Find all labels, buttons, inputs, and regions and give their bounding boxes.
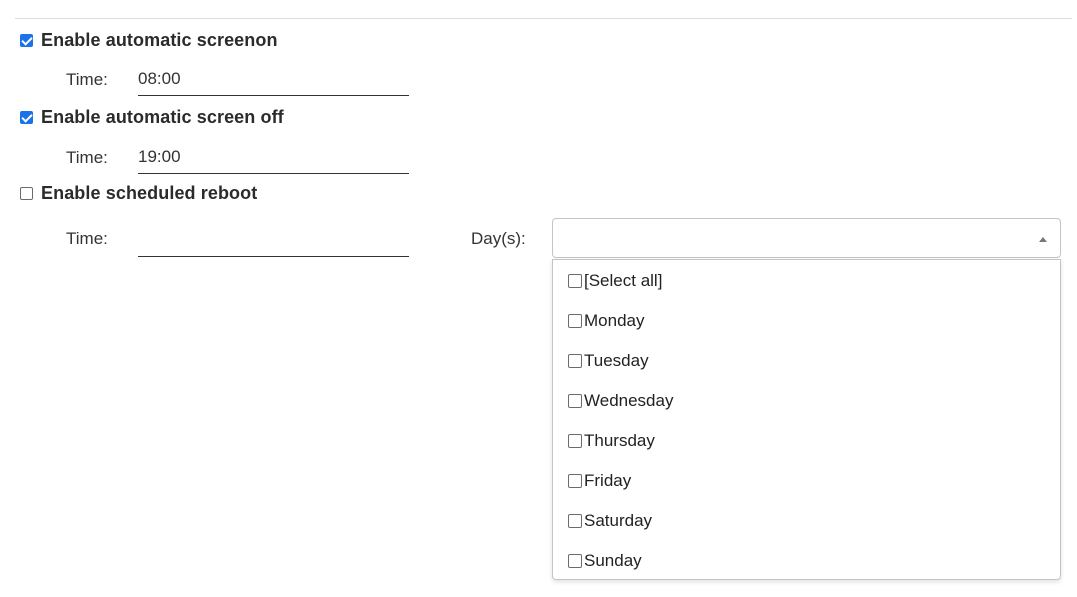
caret-up-icon[interactable]: [1039, 237, 1047, 242]
day-option-label: Monday: [584, 311, 645, 330]
reboot-time-label: Time:: [66, 229, 108, 248]
reboot-days-dropdown: [Select all] Monday Tuesday Wednesday Th…: [552, 259, 1061, 580]
screen-on-time-label: Time:: [66, 70, 108, 89]
checkbox-unchecked-icon[interactable]: [568, 314, 582, 328]
day-option-friday[interactable]: Friday: [568, 469, 631, 493]
checkbox-unchecked-icon[interactable]: [568, 514, 582, 528]
screen-on-label: Enable automatic screenon: [41, 29, 278, 50]
day-option-wednesday[interactable]: Wednesday: [568, 389, 673, 413]
day-option-tuesday[interactable]: Tuesday: [568, 349, 649, 373]
day-option-label: Saturday: [584, 511, 653, 530]
checkbox-checked-icon[interactable]: [20, 33, 33, 47]
checkbox-unchecked-icon[interactable]: [568, 434, 582, 448]
scheduled-reboot-label: Enable scheduled reboot: [41, 182, 258, 203]
screen-off-toggle[interactable]: Enable automatic screen off: [20, 105, 284, 129]
checkbox-unchecked-icon[interactable]: [568, 354, 582, 368]
screen-on-time-input[interactable]: [138, 63, 409, 96]
checkbox-unchecked-icon[interactable]: [568, 394, 582, 408]
reboot-days-select[interactable]: [552, 218, 1061, 258]
day-option-select-all[interactable]: [Select all]: [568, 269, 662, 293]
day-option-thursday[interactable]: Thursday: [568, 429, 655, 453]
checkbox-unchecked-icon[interactable]: [568, 554, 582, 568]
screen-off-time-input[interactable]: [138, 141, 409, 174]
checkbox-unchecked-icon[interactable]: [568, 274, 582, 288]
reboot-days-label: Day(s):: [471, 229, 526, 248]
day-option-monday[interactable]: Monday: [568, 309, 644, 333]
checkbox-unchecked-icon[interactable]: [20, 186, 33, 200]
screen-off-label: Enable automatic screen off: [41, 106, 284, 127]
day-option-label: Friday: [584, 471, 632, 490]
top-divider: [15, 18, 1072, 19]
screen-on-toggle[interactable]: Enable automatic screenon: [20, 28, 278, 52]
checkbox-unchecked-icon[interactable]: [568, 474, 582, 488]
scheduled-reboot-toggle[interactable]: Enable scheduled reboot: [20, 181, 257, 205]
day-option-label: [Select all]: [584, 271, 663, 290]
schedule-settings-panel: Enable automatic screenon Time: Enable a…: [0, 0, 1077, 597]
day-option-label: Sunday: [584, 551, 642, 570]
day-option-label: Wednesday: [584, 391, 674, 410]
day-option-label: Thursday: [584, 431, 655, 450]
checkbox-checked-icon[interactable]: [20, 110, 33, 124]
day-option-saturday[interactable]: Saturday: [568, 509, 652, 533]
day-option-label: Tuesday: [584, 351, 649, 370]
reboot-time-input[interactable]: [138, 224, 409, 257]
day-option-sunday[interactable]: Sunday: [568, 549, 642, 573]
screen-off-time-label: Time:: [66, 148, 108, 167]
